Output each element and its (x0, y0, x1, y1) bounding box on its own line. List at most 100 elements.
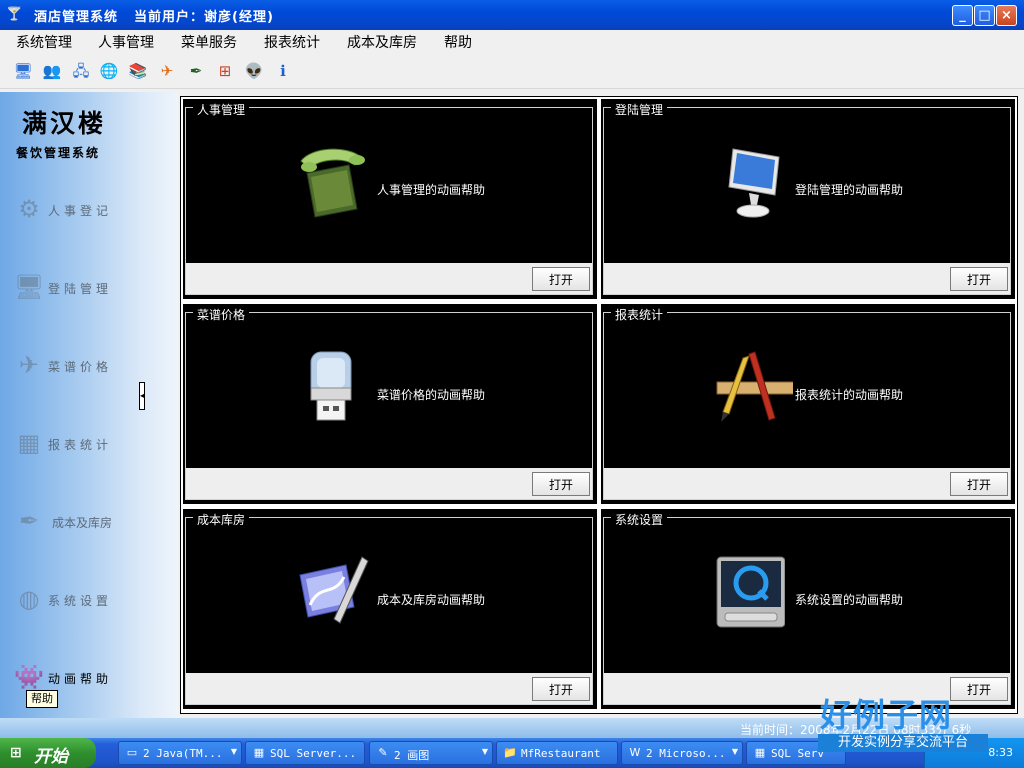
monitor-icon[interactable]: 🖥 (12, 60, 34, 82)
panel-description: 菜谱价格的动画帮助 (377, 388, 486, 402)
panel-reports: 报表统计 报表统计的动画帮助 打开 (601, 304, 1015, 504)
alien-icon[interactable]: 👽 (243, 60, 265, 82)
chevron-down-icon: ▼ (481, 747, 488, 756)
task-label: SQL Serv (771, 747, 824, 760)
task-microsoft-word[interactable]: W 2 Microso... ▼ (621, 741, 743, 765)
toolbar: 🖥 👥 🖧 🌐 📚 ✈ ✒ ⊞ 👽 ℹ (0, 54, 1024, 89)
panel-footer: 打开 (186, 263, 592, 294)
open-button[interactable]: 打开 (532, 267, 590, 291)
menu-system[interactable]: 系统管理 (16, 32, 72, 52)
books-icon[interactable]: 📚 (127, 60, 149, 82)
task-java[interactable]: ▭ 2 Java(TM... ▼ (118, 741, 242, 765)
sidebar-item-system-settings[interactable]: ◍ 系统设置 (14, 584, 164, 620)
help-tooltip: 帮助 (26, 690, 58, 708)
users-icon[interactable]: 👥 (41, 60, 63, 82)
task-label: 2 画图 (394, 749, 430, 762)
task-label: 2 Microso... (646, 747, 726, 760)
menu-menu-service[interactable]: 菜单服务 (181, 32, 237, 52)
panel-description: 登陆管理的动画帮助 (795, 183, 904, 197)
panel-cost-storage: 成本库房 成本及库房动画帮助 打开 (183, 509, 597, 709)
app-window: 🍸 酒店管理系统 当前用户：谢彦(经理) _ □ × 系统管理 人事管理 菜单服… (0, 0, 1024, 738)
disc-icon: ◍ (18, 585, 40, 613)
sidebar-item-label: 动画帮助 (48, 672, 113, 686)
paint-icon: ✎ (378, 746, 388, 759)
plane-icon: ✈ (18, 351, 40, 379)
task-mfrestaurant[interactable]: 📁 MfRestaurant (496, 741, 618, 765)
task-label: 2 Java(TM... (143, 747, 223, 760)
panel-description: 报表统计的动画帮助 (795, 388, 904, 402)
task-label: MfRestaurant (521, 747, 601, 760)
sidebar-item-menu-price[interactable]: ✈ 菜谱价格 (14, 350, 164, 386)
watermark: 好例子网 开发实例分享交流平台 (818, 690, 988, 752)
logo-title: 满汉楼 (22, 109, 107, 138)
sidebar-item-reports[interactable]: ▦ 报表统计 (14, 428, 164, 464)
main-panel: 人事管理 人事管理的动画帮助 打开 登陆管理 登陆管理的动画帮助 打开 菜谱价格… (180, 96, 1018, 714)
window-icon: ▭ (126, 746, 138, 759)
panel-title: 报表统计 (611, 306, 668, 323)
sidebar-item-personnel-register[interactable]: ⚙ 人事登记 (14, 194, 164, 230)
open-button[interactable]: 打开 (532, 677, 590, 701)
quicktime-icon (716, 556, 785, 628)
sidebar-item-label: 报表统计 (48, 438, 113, 452)
title-bar[interactable]: 🍸 酒店管理系统 当前用户：谢彦(经理) _ □ × (0, 0, 1024, 30)
panel-title: 成本库房 (193, 511, 250, 528)
menu-reports[interactable]: 报表统计 (264, 32, 320, 52)
sidebar-item-label: 菜谱价格 (48, 360, 113, 374)
panel-footer: 打开 (604, 468, 1010, 499)
open-button[interactable]: 打开 (532, 472, 590, 496)
open-button[interactable]: 打开 (950, 267, 1008, 291)
menu-cost-storage[interactable]: 成本及库房 (347, 32, 417, 52)
alien-icon: 👾 (14, 663, 44, 691)
clock: 8:33 (988, 746, 1013, 759)
panel-title: 人事管理 (193, 101, 250, 118)
panel-system-settings: 系统设置 系统设置的动画帮助 打开 (601, 509, 1015, 709)
menu-bar: 系统管理 人事管理 菜单服务 报表统计 成本及库房 帮助 (0, 30, 1024, 52)
panel-title: 登陆管理 (611, 101, 668, 118)
network-icon[interactable]: 🖧 (70, 60, 92, 82)
watermark-title: 好例子网 (820, 696, 953, 734)
monitor-icon: 🖥 (14, 273, 45, 301)
current-user: 当前用户：谢彦(经理) (134, 10, 274, 25)
menu-personnel[interactable]: 人事管理 (98, 32, 154, 52)
windows-flag-icon[interactable]: ⊞ (214, 60, 236, 82)
plane-icon[interactable]: ✈ (156, 60, 178, 82)
panel-footer: 打开 (186, 673, 592, 704)
panel-description: 成本及库房动画帮助 (377, 593, 486, 607)
close-button[interactable]: × (996, 5, 1017, 26)
database-icon: ▦ (253, 746, 265, 759)
app-icon: 🍸 (6, 7, 23, 22)
sidebar-item-login-manage[interactable]: 🖥 登陆管理 (14, 272, 164, 308)
panel-title: 系统设置 (611, 511, 668, 528)
ruler-pencil-icon (716, 351, 793, 422)
pen-icon[interactable]: ✒ (185, 60, 207, 82)
database-icon: ▦ (754, 746, 766, 759)
sidebar: 满汉楼 餐饮管理系统 ⚙ 人事登记 🖥 登陆管理 ✈ 菜谱价格 ▦ 报表统计 ✒… (0, 92, 178, 718)
sidebar-item-cost-storage[interactable]: ✒ 成本及库房 (14, 506, 164, 542)
usb-drive-icon (310, 351, 352, 421)
task-label: SQL Server... (270, 747, 357, 760)
sidebar-item-label: 成本及库房 (52, 516, 113, 530)
open-button[interactable]: 打开 (950, 472, 1008, 496)
menu-help[interactable]: 帮助 (444, 32, 472, 52)
maximize-button[interactable]: □ (974, 5, 995, 26)
start-button[interactable]: ⊞ 开始 (0, 738, 96, 768)
sidebar-collapse-handle[interactable]: ◂ (139, 382, 145, 410)
info-icon[interactable]: ℹ (272, 60, 294, 82)
vector-pen-icon (299, 556, 369, 624)
panel-footer: 打开 (186, 468, 592, 499)
pen-icon: ✒ (18, 507, 40, 535)
word-icon: W (629, 746, 641, 759)
logo-subtitle: 餐饮管理系统 (16, 146, 101, 160)
task-paint[interactable]: ✎ 2 画图 ▼ (369, 741, 493, 765)
minimize-icon: _ (959, 8, 966, 23)
chevron-down-icon: ▼ (731, 747, 738, 756)
panel-description: 系统设置的动画帮助 (795, 593, 904, 607)
start-label: 开始 (34, 747, 68, 767)
minimize-button[interactable]: _ (952, 5, 973, 26)
gear-icon: ⚙ (18, 195, 40, 223)
report-icon: ▦ (17, 429, 41, 457)
task-sql-server-1[interactable]: ▦ SQL Server... (245, 741, 365, 765)
window-title: 酒店管理系统 (34, 10, 119, 25)
watermark-subtitle: 开发实例分享交流平台 (818, 734, 988, 752)
globe-icon[interactable]: 🌐 (98, 60, 120, 82)
